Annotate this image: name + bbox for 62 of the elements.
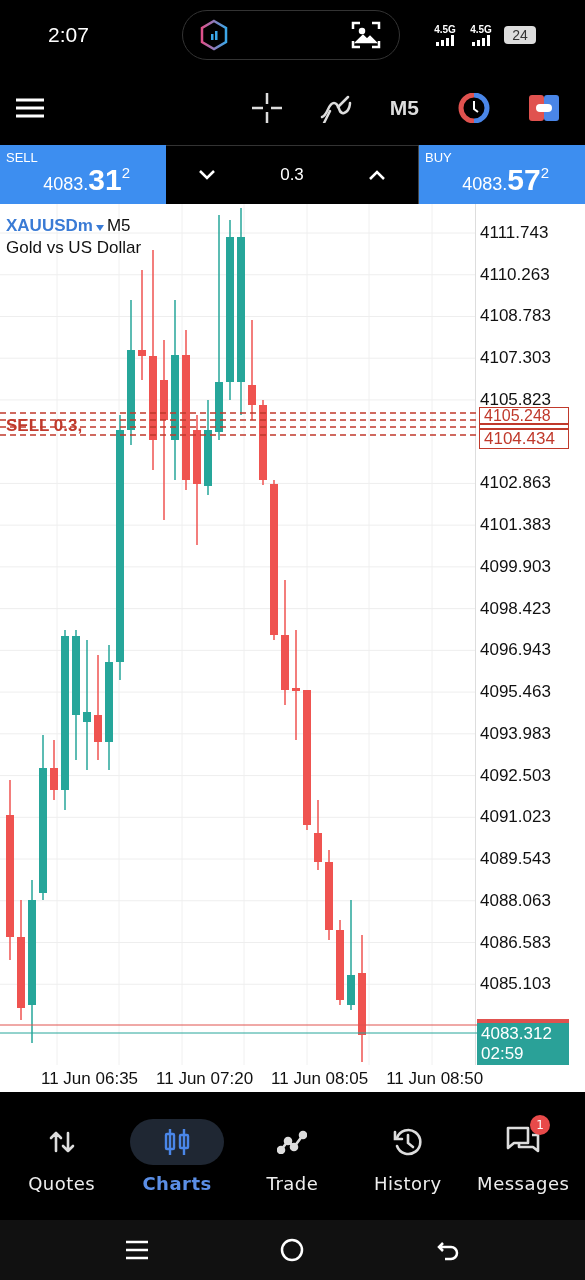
- time-tick: 11 Jun 08:05: [271, 1068, 369, 1089]
- order-label: SELL 0.3,: [6, 416, 83, 436]
- price-tick: 4102.863: [480, 473, 551, 494]
- price-tick: 4099.903: [480, 556, 551, 577]
- quote-price: 4083.31$^{2}$: [42, 163, 130, 197]
- order-side-label: BUY: [425, 150, 453, 165]
- price-tick: 4089.543: [480, 849, 551, 870]
- price-tick: 4085.103: [480, 974, 551, 995]
- time-tick: 11 Jun 07:20: [156, 1068, 254, 1089]
- price-tick: 4108.783: [480, 306, 551, 327]
- order-side-label: SELL: [6, 150, 39, 165]
- time-tick: 11 Jun 06:35: [41, 1068, 139, 1089]
- bar-countdown: 02:59: [481, 1044, 524, 1063]
- price-tick: 4086.583: [480, 932, 551, 953]
- hexagon-app-icon: [199, 19, 229, 51]
- chart-timeframe: M5: [106, 216, 131, 235]
- clock-time: 2:07: [48, 23, 90, 47]
- toggle-icon[interactable]: [529, 94, 559, 121]
- volume-value[interactable]: 0.3: [280, 165, 304, 185]
- price-chart[interactable]: [0, 204, 585, 1065]
- battery-level: 24: [504, 26, 536, 44]
- price-tick: 4092.503: [480, 765, 551, 786]
- candlestick-icon: [163, 1126, 192, 1157]
- price-tick: 4088.063: [480, 890, 551, 911]
- price-tick: 4093.983: [480, 723, 551, 744]
- home-icon[interactable]: [280, 1238, 305, 1262]
- unread-badge: 1: [530, 1114, 551, 1135]
- candle: [314, 799, 322, 871]
- chevron-down-icon[interactable]: [198, 170, 215, 180]
- swap-arrows-icon: [48, 1129, 75, 1154]
- quote-price: 4083.57$^{2}$: [461, 163, 549, 197]
- network-type: 4.5G: [434, 24, 456, 35]
- nav-tab[interactable]: History: [351, 1118, 464, 1194]
- price-tick: 4101.383: [480, 515, 551, 536]
- caret-icon[interactable]: [95, 225, 104, 231]
- network-type: 4.5G: [470, 24, 492, 35]
- symbol-name[interactable]: XAUUSDm: [6, 216, 93, 235]
- nav-tab[interactable]: Quotes: [5, 1118, 118, 1194]
- price-tick: 4095.463: [480, 682, 551, 703]
- order-price-tag: 4104.434: [479, 429, 569, 449]
- back-icon[interactable]: [436, 1239, 459, 1261]
- price-tick: 4098.423: [480, 598, 551, 619]
- chevron-up-icon[interactable]: [369, 170, 386, 180]
- price-tick: 4107.303: [480, 348, 551, 369]
- order-price-tag: 4105.248: [479, 407, 569, 424]
- price-tick: 4110.263: [480, 264, 550, 285]
- price-tick: 4105.823: [480, 389, 551, 409]
- price-tick: 4111.743: [480, 223, 549, 243]
- crosshair-icon[interactable]: [251, 92, 282, 123]
- trend-line-icon: [277, 1129, 308, 1154]
- bid-price: 4083.312: [481, 1024, 552, 1043]
- symbol-description: Gold vs US Dollar: [6, 238, 142, 258]
- nav-tab[interactable]: Trade: [236, 1118, 349, 1194]
- time-tick: 11 Jun 08:50: [386, 1068, 484, 1089]
- candle: [50, 739, 58, 801]
- timeframe-button[interactable]: M5: [389, 95, 419, 120]
- screenshot-icon: [351, 21, 381, 49]
- price-tick: 4091.023: [480, 807, 551, 828]
- clock-icon[interactable]: [457, 92, 491, 123]
- price-tick: 4096.943: [480, 640, 551, 661]
- recents-icon[interactable]: [126, 1240, 149, 1260]
- menu-icon[interactable]: [16, 97, 44, 118]
